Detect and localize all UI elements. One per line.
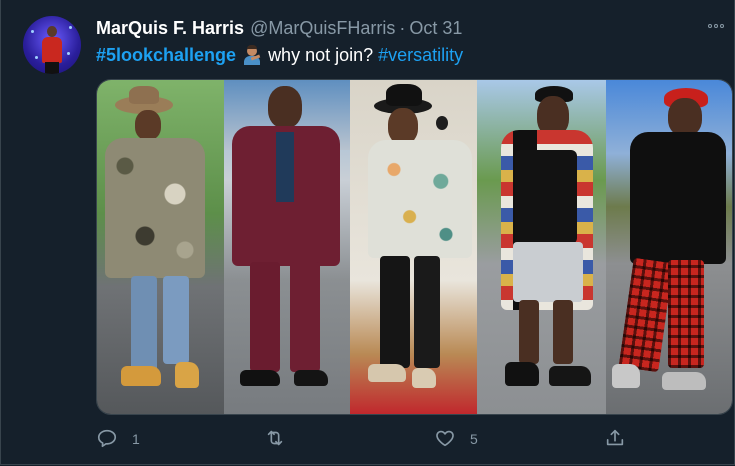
retweet-button[interactable] (264, 426, 300, 452)
photo-collage[interactable] (96, 79, 733, 415)
tweet-date[interactable]: Oct 31 (409, 18, 462, 39)
share-button[interactable] (604, 426, 626, 452)
like-count: 5 (470, 431, 478, 447)
reply-icon[interactable] (96, 427, 118, 452)
share-icon[interactable] (604, 427, 626, 452)
tweet-text-middle: why not join? (268, 44, 374, 65)
avatar[interactable] (23, 16, 81, 74)
like-button[interactable]: 5 (434, 426, 478, 452)
photo-look-1[interactable] (97, 80, 224, 414)
tweet-header: MarQuis F. Harris @MarQuisFHarris · Oct … (96, 17, 462, 39)
man-shrugging-emoji-icon (242, 45, 262, 65)
reply-count: 1 (132, 431, 140, 447)
photo-look-5[interactable] (606, 80, 732, 414)
hashtag-versatility[interactable]: #versatility (378, 45, 463, 66)
retweet-icon[interactable] (264, 427, 286, 452)
photo-look-2[interactable] (224, 80, 350, 414)
author-handle[interactable]: @MarQuisFHarris (250, 18, 395, 39)
tweet-actions: 1 5 (96, 426, 731, 452)
separator: · (399, 17, 406, 38)
like-icon[interactable] (434, 427, 456, 452)
tweet-text: #5lookchallenge why not join? #versatili… (96, 43, 463, 67)
reply-button[interactable]: 1 (96, 426, 140, 452)
more-options-icon[interactable] (705, 18, 727, 34)
photo-look-4[interactable] (477, 80, 606, 414)
author-name[interactable]: MarQuis F. Harris (96, 18, 244, 39)
photo-look-3[interactable] (350, 80, 477, 414)
hashtag-5lookchallenge[interactable]: #5lookchallenge (96, 45, 236, 66)
